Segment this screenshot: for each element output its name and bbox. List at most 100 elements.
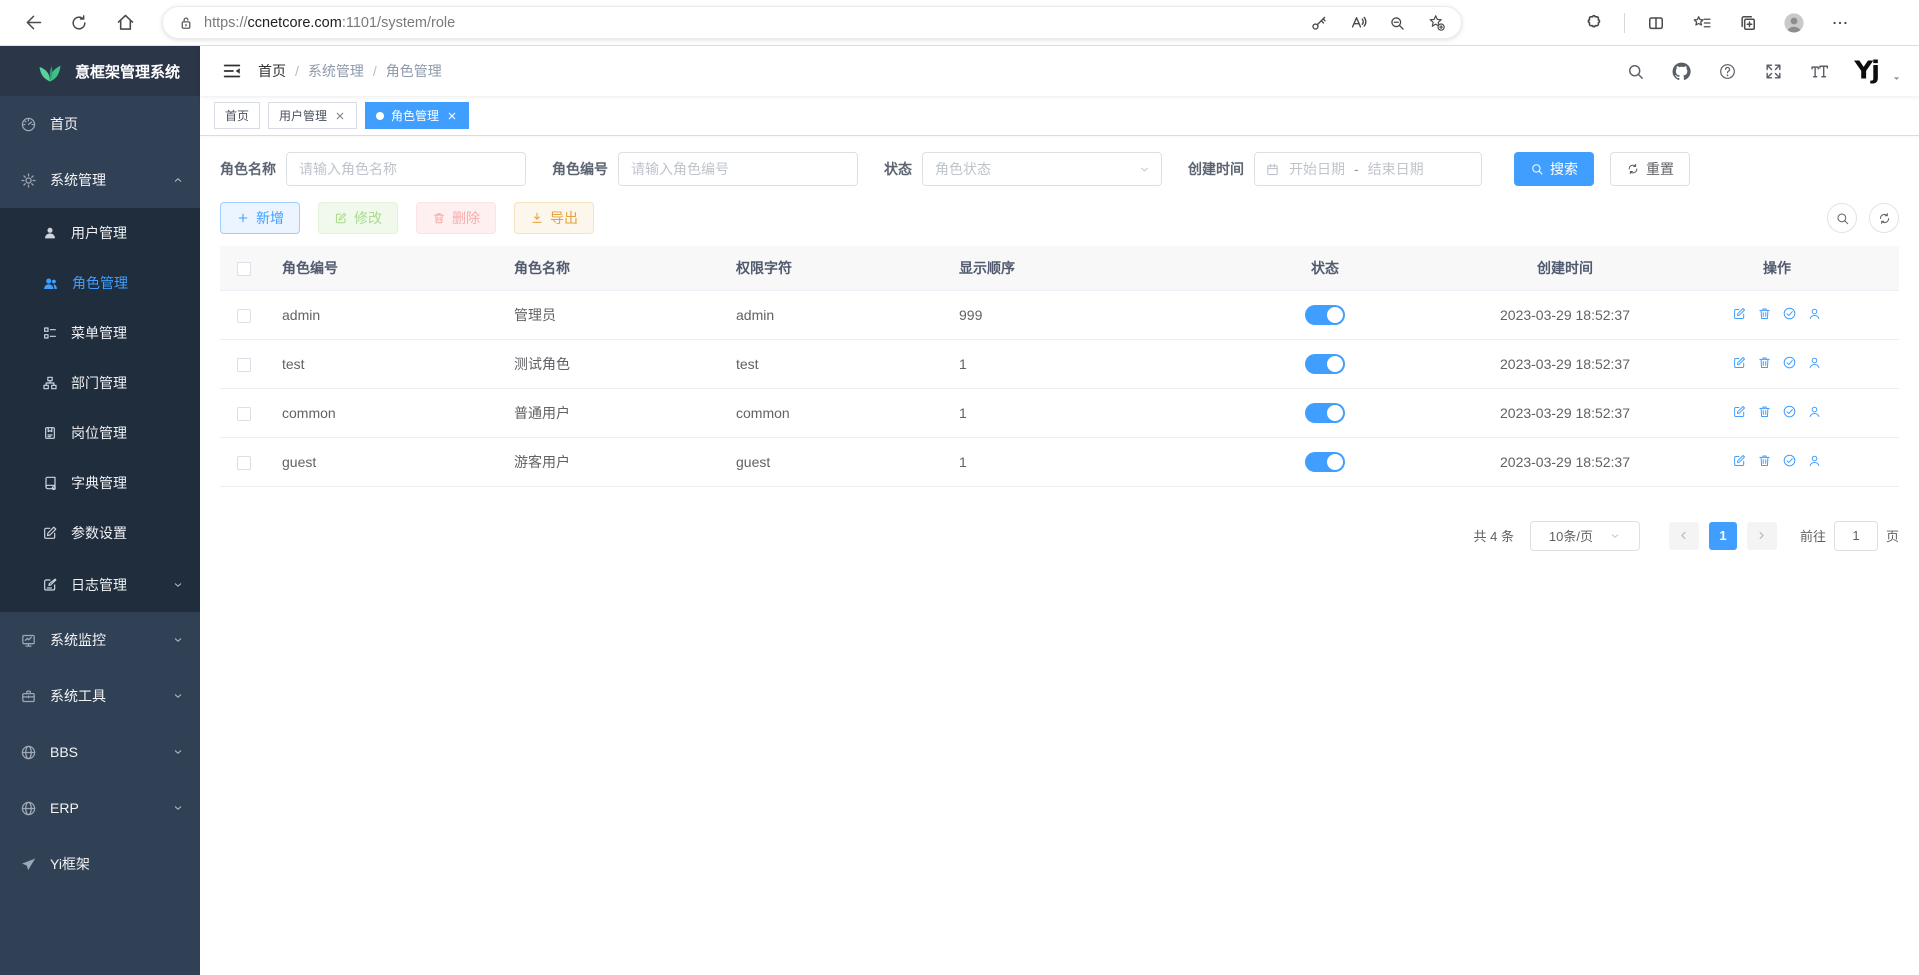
status-toggle[interactable] xyxy=(1305,452,1345,472)
close-tab-icon[interactable] xyxy=(334,110,346,122)
extensions-icon[interactable] xyxy=(1574,5,1612,41)
tab-role-management[interactable]: 角色管理 xyxy=(365,102,469,129)
chevron-down-icon xyxy=(1138,163,1151,176)
sidebar-item-system-tools[interactable]: 系统工具 xyxy=(0,668,200,724)
row-assign-user-icon[interactable] xyxy=(1807,355,1822,370)
cell-role-code: common xyxy=(268,388,500,437)
app-logo[interactable]: 意框架管理系统 xyxy=(0,46,200,96)
row-assign-user-icon[interactable] xyxy=(1807,306,1822,321)
sidebar-item-erp[interactable]: ERP xyxy=(0,780,200,836)
table-row: common 普通用户 common 1 2023-03-29 18:52:37 xyxy=(220,388,1899,437)
role-code-input[interactable] xyxy=(618,152,858,186)
url-text[interactable]: https://ccnetcore.com:1101/system/role xyxy=(204,15,1295,31)
cell-role-code: test xyxy=(268,339,500,388)
prev-page-button[interactable] xyxy=(1669,522,1699,550)
sidebar-item-log-management[interactable]: 日志管理 xyxy=(0,558,200,612)
tab-user-management[interactable]: 用户管理 xyxy=(268,102,357,129)
current-page-button[interactable]: 1 xyxy=(1709,522,1737,550)
role-status-select[interactable]: 角色状态 xyxy=(922,152,1162,186)
browser-menu-icon[interactable] xyxy=(1821,5,1859,41)
export-button[interactable]: 导出 xyxy=(514,202,594,234)
browser-home-button[interactable] xyxy=(106,5,144,41)
sidebar-item-home[interactable]: 首页 xyxy=(0,96,200,152)
breadcrumb-home[interactable]: 首页 xyxy=(258,61,286,81)
role-name-input[interactable] xyxy=(286,152,526,186)
row-delete-icon[interactable] xyxy=(1757,355,1772,370)
chevron-down-icon xyxy=(172,802,184,814)
trash-icon xyxy=(432,211,446,225)
browser-back-button[interactable] xyxy=(14,5,52,41)
table-header-row: 角色编号 角色名称 权限字符 显示顺序 状态 创建时间 操作 xyxy=(220,246,1899,290)
row-delete-icon[interactable] xyxy=(1757,306,1772,321)
close-tab-icon[interactable] xyxy=(446,110,458,122)
sidebar-item-menu-management[interactable]: 菜单管理 xyxy=(0,308,200,358)
page-size-select[interactable]: 10条/页 xyxy=(1530,521,1640,551)
row-checkbox[interactable] xyxy=(237,456,251,470)
sidebar-item-post-management[interactable]: 岗位管理 xyxy=(0,408,200,458)
toggle-search-button[interactable] xyxy=(1827,203,1857,233)
sidebar-item-user-management[interactable]: 用户管理 xyxy=(0,208,200,258)
sidebar-item-role-management[interactable]: 角色管理 xyxy=(0,258,200,308)
profile-avatar-icon[interactable] xyxy=(1775,5,1813,41)
browser-address-bar[interactable]: https://ccnetcore.com:1101/system/role xyxy=(162,6,1462,39)
site-lock-icon[interactable] xyxy=(177,14,195,32)
row-edit-icon[interactable] xyxy=(1732,404,1747,419)
edit-button[interactable]: 修改 xyxy=(318,202,398,234)
read-aloud-icon[interactable] xyxy=(1343,9,1373,37)
row-assign-user-icon[interactable] xyxy=(1807,453,1822,468)
password-key-icon[interactable] xyxy=(1304,9,1334,37)
next-page-button[interactable] xyxy=(1747,522,1777,550)
tab-home[interactable]: 首页 xyxy=(214,102,260,129)
org-tree-icon xyxy=(42,375,58,391)
refresh-table-button[interactable] xyxy=(1869,203,1899,233)
sidebar-item-dict-management[interactable]: 字典管理 xyxy=(0,458,200,508)
status-toggle[interactable] xyxy=(1305,403,1345,423)
select-placeholder: 角色状态 xyxy=(935,159,991,179)
add-favorite-icon[interactable] xyxy=(1421,9,1451,37)
github-icon[interactable] xyxy=(1670,60,1692,82)
row-checkbox[interactable] xyxy=(237,407,251,421)
collections-icon[interactable] xyxy=(1729,5,1767,41)
zoom-out-icon[interactable] xyxy=(1382,9,1412,37)
reset-button[interactable]: 重置 xyxy=(1610,152,1690,186)
status-toggle[interactable] xyxy=(1305,305,1345,325)
search-icon[interactable] xyxy=(1624,60,1646,82)
font-size-icon[interactable] xyxy=(1808,60,1830,82)
add-button[interactable]: 新增 xyxy=(220,202,300,234)
fullscreen-icon[interactable] xyxy=(1762,60,1784,82)
favorites-bar-icon[interactable] xyxy=(1683,5,1721,41)
row-data-permission-icon[interactable] xyxy=(1782,453,1797,468)
row-data-permission-icon[interactable] xyxy=(1782,306,1797,321)
sidebar-item-department-management[interactable]: 部门管理 xyxy=(0,358,200,408)
sidebar-fold-icon[interactable] xyxy=(214,53,250,89)
active-tab-dot xyxy=(376,112,384,120)
row-edit-icon[interactable] xyxy=(1732,306,1747,321)
select-all-checkbox[interactable] xyxy=(237,262,251,276)
help-icon[interactable] xyxy=(1716,60,1738,82)
user-logo[interactable]: Yj xyxy=(1854,57,1878,86)
status-toggle[interactable] xyxy=(1305,354,1345,374)
split-screen-icon[interactable] xyxy=(1637,5,1675,41)
search-button[interactable]: 搜索 xyxy=(1514,152,1594,186)
row-edit-icon[interactable] xyxy=(1732,355,1747,370)
row-edit-icon[interactable] xyxy=(1732,453,1747,468)
row-data-permission-icon[interactable] xyxy=(1782,404,1797,419)
goto-page-input[interactable] xyxy=(1834,521,1878,551)
delete-button[interactable]: 删除 xyxy=(416,202,496,234)
sidebar-item-yi-framework[interactable]: Yi框架 xyxy=(0,836,200,892)
sidebar-item-system-monitor[interactable]: 系统监控 xyxy=(0,612,200,668)
row-delete-icon[interactable] xyxy=(1757,404,1772,419)
sidebar-item-system-management[interactable]: 系统管理 xyxy=(0,152,200,208)
goto-unit: 页 xyxy=(1886,526,1899,545)
row-data-permission-icon[interactable] xyxy=(1782,355,1797,370)
date-range-picker[interactable]: 开始日期 - 结束日期 xyxy=(1254,152,1482,186)
row-checkbox[interactable] xyxy=(237,309,251,323)
row-assign-user-icon[interactable] xyxy=(1807,404,1822,419)
row-delete-icon[interactable] xyxy=(1757,453,1772,468)
bing-chat-icon[interactable] xyxy=(1867,5,1905,41)
sidebar-item-bbs[interactable]: BBS xyxy=(0,724,200,780)
row-checkbox[interactable] xyxy=(237,358,251,372)
user-menu-caret-icon[interactable] xyxy=(1890,72,1903,85)
sidebar-item-parameter-settings[interactable]: 参数设置 xyxy=(0,508,200,558)
browser-refresh-button[interactable] xyxy=(60,5,98,41)
